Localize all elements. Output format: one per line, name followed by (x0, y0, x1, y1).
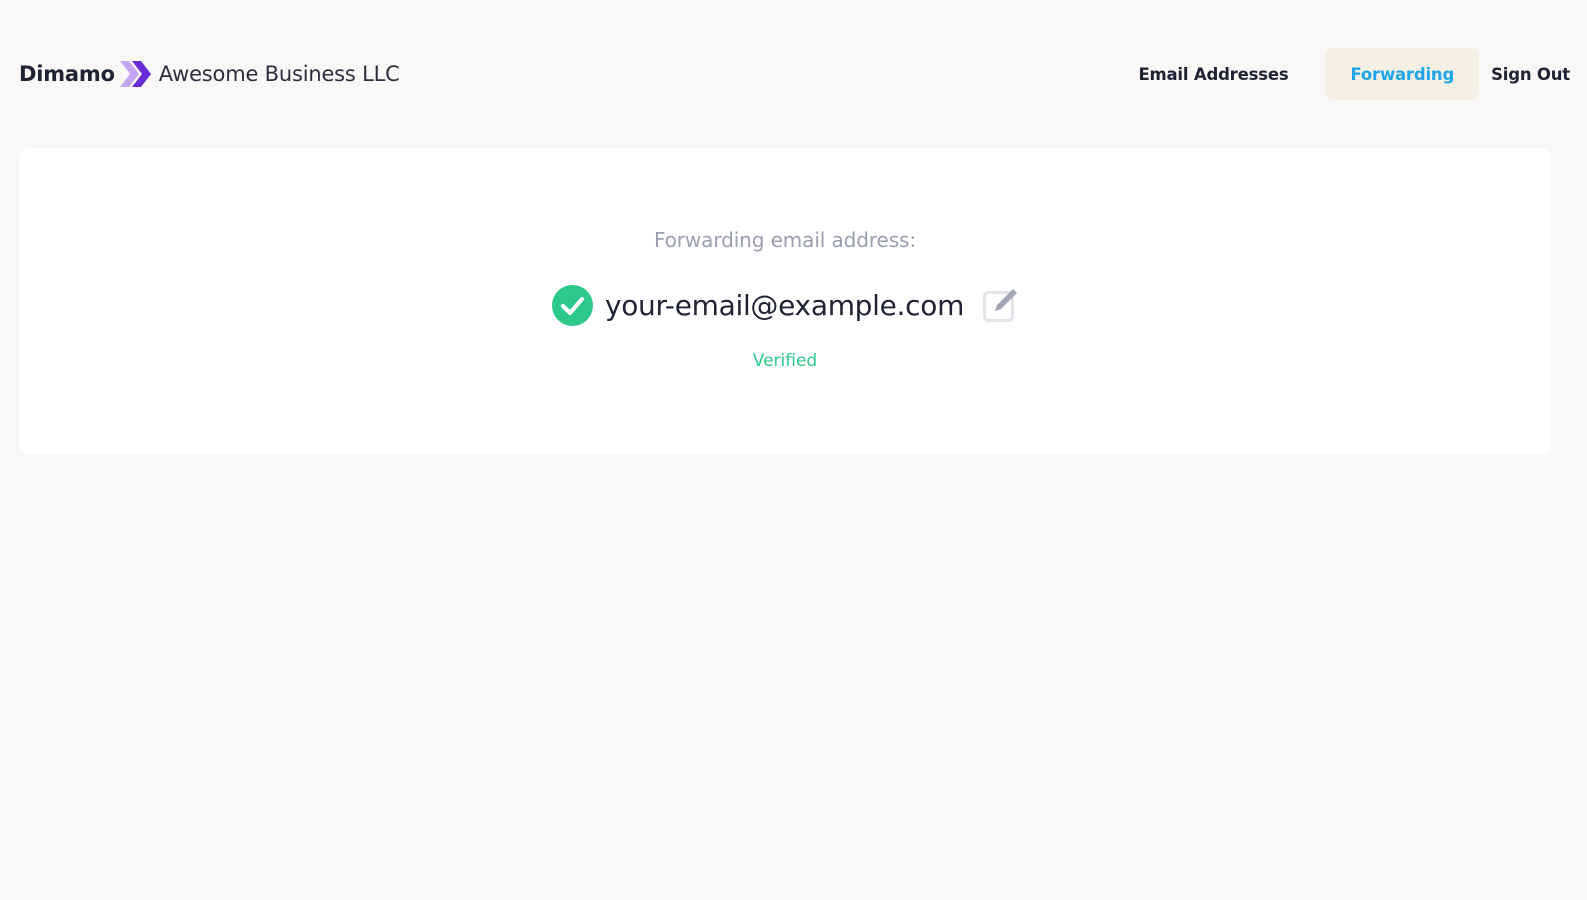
verification-status: Verified (752, 351, 818, 371)
brand[interactable]: Dimamo Awesome Business LLC (19, 56, 400, 92)
forwarding-email: your-email@example.com (604, 288, 965, 322)
forwarding-card: Forwarding email address: your-email@exa… (19, 148, 1551, 455)
company-name: Awesome Business LLC (158, 62, 400, 86)
nav-sign-out[interactable]: Sign Out (1479, 48, 1570, 100)
forwarding-label: Forwarding email address: (653, 228, 917, 252)
edit-icon[interactable] (982, 287, 1018, 323)
double-chevron-right-icon (119, 61, 151, 87)
forwarding-email-row: your-email@example.com (19, 282, 1551, 328)
nav-forwarding[interactable]: Forwarding (1325, 48, 1480, 100)
nav-email-addresses[interactable]: Email Addresses (1124, 48, 1302, 100)
check-circle-icon (551, 284, 593, 326)
app-header: Dimamo Awesome Business LLC Email Addres… (0, 0, 1587, 148)
brand-name: Dimamo (19, 62, 115, 86)
top-nav: Email Addresses Forwarding Sign Out (1124, 48, 1570, 100)
